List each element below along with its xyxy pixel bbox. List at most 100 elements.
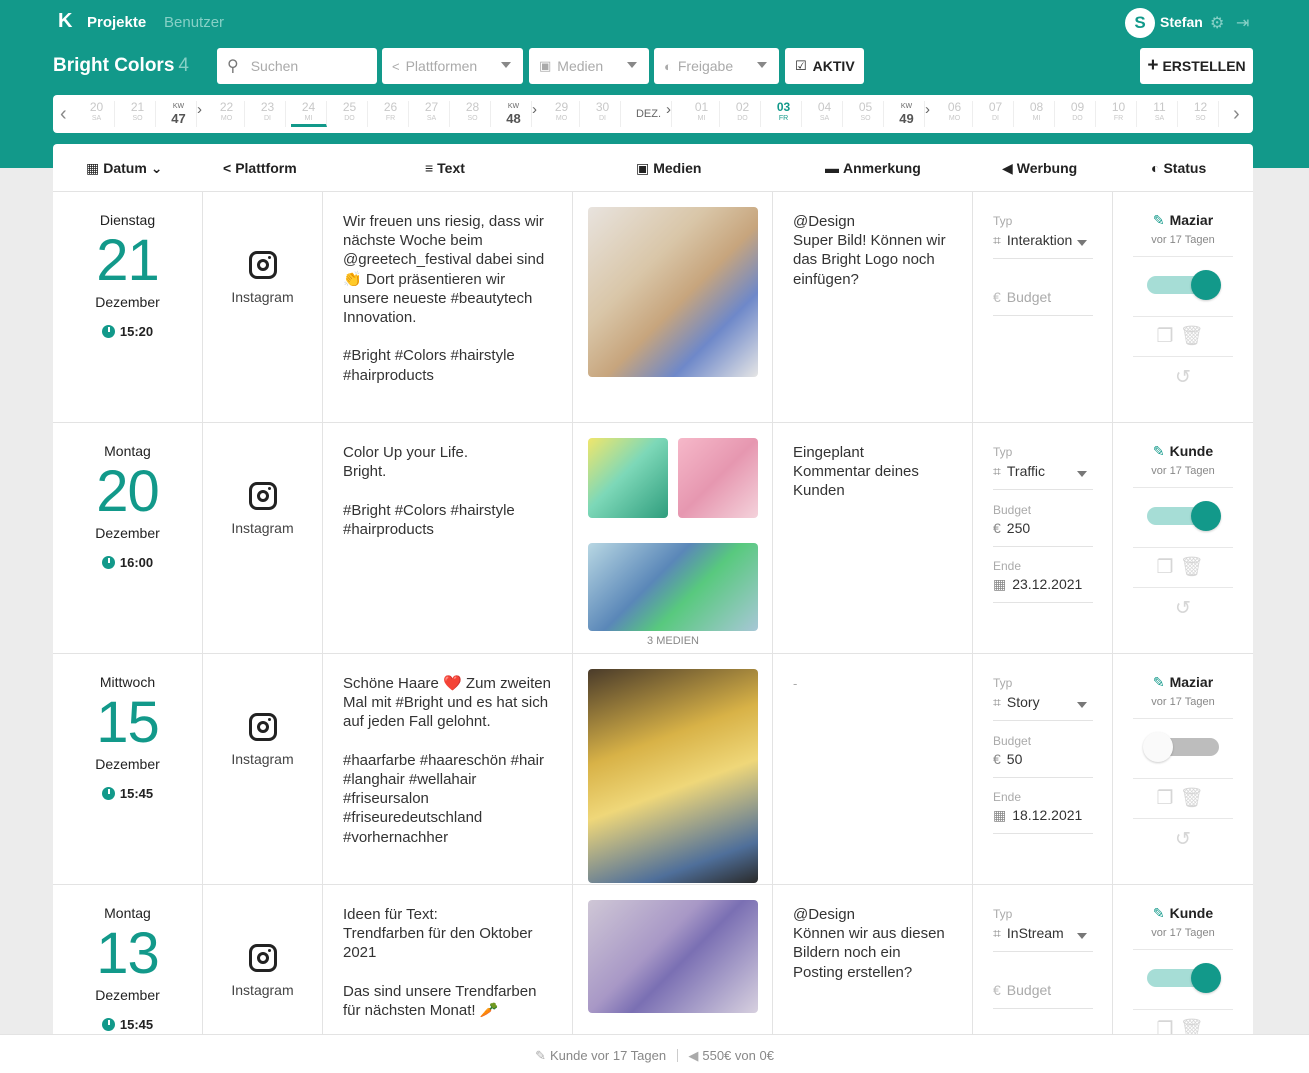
column-werbung[interactable]: ◀ Werbung [1002, 160, 1077, 177]
column-anmerkung[interactable]: ▬ Anmerkung [825, 160, 921, 176]
cell-platform[interactable]: Instagram [203, 192, 323, 422]
table-row[interactable]: Dienstag 21 Dezember 15:20 Instagram Wir… [53, 192, 1253, 423]
cell-platform[interactable]: Instagram [203, 423, 323, 653]
column-text[interactable]: ≡ Text [425, 160, 465, 176]
datestrip-day[interactable]: 27 SA [414, 101, 450, 127]
datestrip-day[interactable]: 28 SO [455, 101, 491, 127]
ad-type-select[interactable]: ⌗ Interaktion [993, 232, 1093, 259]
nav-projekte[interactable]: Projekte [87, 14, 146, 31]
datestrip-day[interactable]: 25 DO [332, 101, 368, 127]
cell-text[interactable]: Schöne Haare ❤️ Zum zweiten Mal mit #Bri… [323, 654, 573, 884]
datestrip-day[interactable]: 09 DO [1060, 101, 1096, 127]
datestrip-week[interactable]: KW 49 [889, 101, 925, 127]
trash-icon[interactable]: 🗑 [1179, 788, 1209, 809]
datestrip-day[interactable]: 20 SA [79, 101, 115, 127]
media-count[interactable]: 3 MEDIEN [573, 635, 773, 647]
budget-input[interactable]: €250 [993, 520, 1093, 547]
cell-platform[interactable]: Instagram [203, 885, 323, 1034]
user-name[interactable]: Stefan [1160, 14, 1203, 30]
media-thumbnail[interactable] [678, 438, 758, 518]
column-datum[interactable]: ▦ Datum ⌄ [86, 160, 162, 177]
post-text[interactable]: Color Up your Life. Bright. #Bright #Col… [323, 423, 572, 539]
cell-date[interactable]: Mittwoch 15 Dezember 15:45 [53, 654, 203, 884]
media-thumbnail[interactable] [588, 438, 668, 518]
copy-icon[interactable]: ❐ [1156, 557, 1179, 578]
trash-icon[interactable]: 🗑 [1179, 557, 1209, 578]
filter-freigabe[interactable]: ◐ Freigabe [654, 48, 779, 84]
datestrip-day[interactable]: 05 SO [848, 101, 884, 127]
datestrip-day[interactable]: 23 DI [250, 101, 286, 127]
copy-icon[interactable]: ❐ [1156, 1019, 1179, 1034]
cell-note[interactable]: - [773, 654, 973, 884]
history-icon[interactable]: ↺ [1113, 597, 1253, 620]
datestrip-day[interactable]: 11 SA [1142, 101, 1178, 127]
cell-text[interactable]: Wir freuen uns riesig, dass wir nächste … [323, 192, 573, 422]
note-text[interactable]: Eingeplant Kommentar deines Kunden [773, 423, 972, 501]
datestrip-day[interactable]: 04 SA [807, 101, 843, 127]
filter-plattformen[interactable]: < Plattformen [382, 48, 523, 84]
history-icon[interactable]: ↺ [1113, 828, 1253, 851]
cell-text[interactable]: Ideen für Text: Trendfarben für den Okto… [323, 885, 573, 1034]
post-text[interactable]: Schöne Haare ❤️ Zum zweiten Mal mit #Bri… [323, 654, 572, 847]
datestrip-day[interactable]: 29 MO [544, 101, 580, 127]
copy-icon[interactable]: ❐ [1156, 788, 1179, 809]
media-thumbnail[interactable] [588, 900, 758, 1013]
active-toggle[interactable] [1147, 270, 1221, 300]
datestrip-day[interactable]: 26 FR [373, 101, 409, 127]
cell-text[interactable]: Color Up your Life. Bright. #Bright #Col… [323, 423, 573, 653]
trash-icon[interactable]: 🗑 [1179, 1019, 1209, 1034]
datestrip-day[interactable]: 06 MO [937, 101, 973, 127]
note-text[interactable]: - [773, 654, 972, 713]
cell-date[interactable]: Montag 13 Dezember 15:45 [53, 885, 203, 1034]
filter-medien[interactable]: ▣ Medien [529, 48, 649, 84]
datestrip-week[interactable]: KW 47 [161, 101, 197, 127]
datestrip-day[interactable]: 24 MI [291, 101, 327, 127]
cell-date[interactable]: Dienstag 21 Dezember 15:20 [53, 192, 203, 422]
cell-platform[interactable]: Instagram [203, 654, 323, 884]
budget-input[interactable]: € Budget [993, 982, 1093, 1009]
post-text[interactable]: Ideen für Text: Trendfarben für den Okto… [323, 885, 572, 1020]
datestrip-day[interactable]: 02 DO [725, 101, 761, 127]
copy-icon[interactable]: ❐ [1156, 326, 1179, 347]
create-button[interactable]: + ERSTELLEN [1140, 48, 1253, 84]
end-date-input[interactable]: ▦ 18.12.2021 [993, 807, 1093, 834]
avatar[interactable]: S [1125, 8, 1155, 38]
datestrip-week[interactable]: KW 48 [496, 101, 532, 127]
media-thumbnail[interactable] [588, 669, 758, 883]
datestrip-day[interactable]: 07 DI [978, 101, 1014, 127]
ad-type-select[interactable]: ⌗ Traffic [993, 463, 1093, 490]
nav-benutzer[interactable]: Benutzer [164, 14, 224, 31]
datestrip-day[interactable]: 03 FR [766, 101, 802, 127]
table-row[interactable]: Montag 20 Dezember 16:00 Instagram Color… [53, 423, 1253, 654]
media-thumbnail[interactable] [588, 543, 758, 631]
cell-note[interactable]: Eingeplant Kommentar deines Kunden [773, 423, 973, 653]
table-row[interactable]: Montag 13 Dezember 15:45 Instagram Ideen… [53, 885, 1253, 1034]
note-text[interactable]: @Design Können wir aus diesen Bildern no… [773, 885, 972, 982]
cell-note[interactable]: @Design Super Bild! Können wir das Brigh… [773, 192, 973, 422]
table-row[interactable]: Mittwoch 15 Dezember 15:45 Instagram Sch… [53, 654, 1253, 885]
ad-type-select[interactable]: ⌗ Story [993, 694, 1093, 721]
media-thumbnail[interactable] [588, 207, 758, 377]
datestrip-day[interactable]: 01 MI [684, 101, 720, 127]
post-text[interactable]: Wir freuen uns riesig, dass wir nächste … [323, 192, 572, 385]
trash-icon[interactable]: 🗑 [1179, 326, 1209, 347]
budget-input[interactable]: €50 [993, 751, 1093, 778]
column-medien[interactable]: ▣ Medien [636, 160, 701, 177]
search-input[interactable]: ⚲ Suchen [217, 48, 377, 84]
cell-note[interactable]: @Design Können wir aus diesen Bildern no… [773, 885, 973, 1034]
datestrip-day[interactable]: 12 SO [1183, 101, 1219, 127]
app-logo[interactable]: K [58, 10, 72, 33]
ad-type-select[interactable]: ⌗ InStream [993, 925, 1093, 952]
filter-aktiv[interactable]: ☑ AKTIV [785, 48, 864, 84]
active-toggle[interactable] [1147, 963, 1221, 993]
active-toggle[interactable] [1147, 501, 1221, 531]
active-toggle[interactable] [1143, 732, 1219, 762]
datestrip-day[interactable]: 30 DI [585, 101, 621, 127]
logout-icon[interactable]: ⇥ [1236, 13, 1249, 33]
column-status[interactable]: ◐ Status [1151, 160, 1206, 176]
history-icon[interactable]: ↺ [1113, 366, 1253, 389]
datestrip-day[interactable]: 22 MO [209, 101, 245, 127]
datestrip-day[interactable]: 08 MI [1019, 101, 1055, 127]
budget-input[interactable]: € Budget [993, 289, 1093, 316]
datestrip-day[interactable]: 10 FR [1101, 101, 1137, 127]
